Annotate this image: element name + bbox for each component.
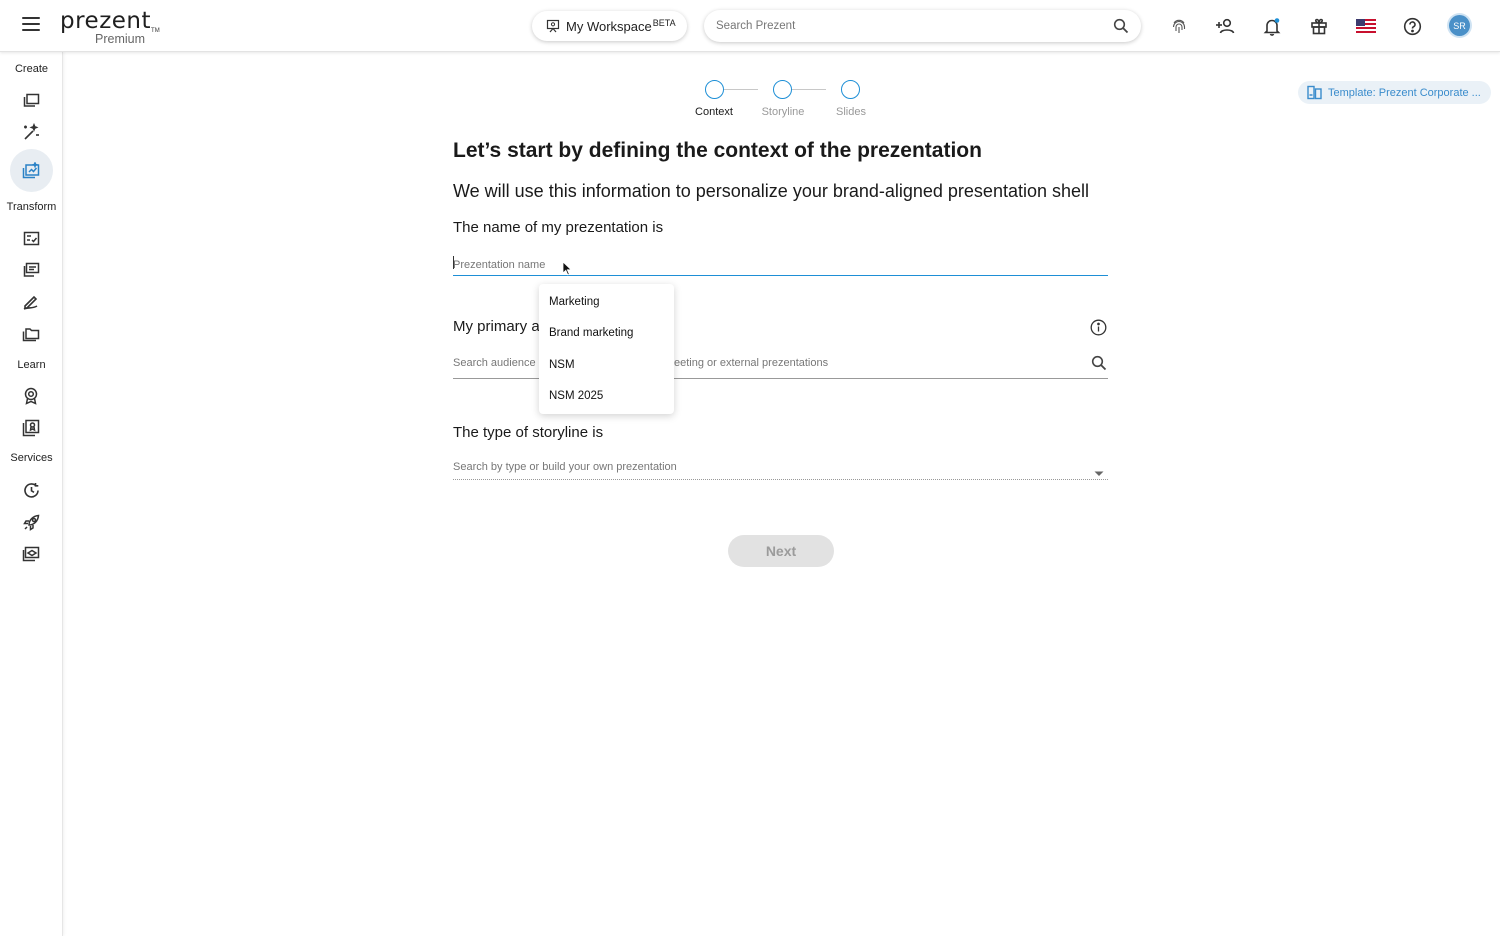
sidebar-section-transform: Transform <box>6 201 57 213</box>
template-converter-icon[interactable] <box>21 260 41 280</box>
add-user-icon[interactable] <box>1214 15 1236 37</box>
history-clock-icon[interactable] <box>21 480 41 500</box>
audience-info-icon[interactable] <box>1090 319 1107 341</box>
audience-search-icon[interactable] <box>1091 355 1107 376</box>
step-dot-context[interactable] <box>705 80 724 99</box>
user-avatar[interactable]: SR <box>1449 15 1470 36</box>
template-icon <box>1307 85 1322 100</box>
mouse-cursor-icon <box>562 261 572 276</box>
progress-stepper: Context Storyline Slides <box>690 80 880 125</box>
pen-icon[interactable] <box>21 292 41 312</box>
training-icon[interactable] <box>21 544 41 564</box>
top-header: prezentTM Premium My WorkspaceBETA SR <box>0 0 1500 52</box>
sidebar-section-learn: Learn <box>17 359 46 371</box>
menu-icon[interactable] <box>22 17 40 33</box>
sidebar-section-services: Services <box>10 452 53 464</box>
audience-placeholder-tail: eeting or external prezentations <box>674 357 829 369</box>
help-icon[interactable] <box>1401 15 1423 37</box>
magic-wand-icon[interactable] <box>21 122 41 142</box>
prezentation-name-input[interactable] <box>453 259 1053 271</box>
page-subtitle: We will use this information to personal… <box>453 181 1090 201</box>
search-input[interactable] <box>704 20 1094 32</box>
checklist-icon[interactable] <box>21 228 41 248</box>
plan-label: Premium <box>95 32 146 46</box>
workspace-icon <box>546 19 560 33</box>
fingerprint-icon[interactable] <box>1168 15 1190 37</box>
suggestion-item[interactable]: Brand marketing <box>539 318 674 349</box>
notifications-icon[interactable] <box>1261 15 1283 37</box>
storyline-question-label: The type of storyline is <box>453 424 604 441</box>
rocket-icon[interactable] <box>21 512 41 532</box>
page-title: Let’s start by defining the context of t… <box>453 139 982 162</box>
name-suggestions-dropdown: Marketing Brand marketing NSM NSM 2025 <box>539 284 674 414</box>
audience-placeholder: Search audience b <box>453 357 545 369</box>
suggestion-item[interactable]: Marketing <box>539 287 674 318</box>
folder-icon[interactable] <box>21 324 41 344</box>
suggestion-item[interactable]: NSM 2025 <box>539 381 674 412</box>
template-label: Template: Prezent Corporate ... <box>1328 86 1481 99</box>
step-label-storyline: Storyline <box>761 106 805 118</box>
prezent-logo[interactable]: prezentTM Premium <box>60 8 160 46</box>
logo-tm: TM <box>151 28 160 34</box>
us-flag-icon[interactable] <box>1355 15 1377 37</box>
name-question-label: The name of my prezentation is <box>453 219 664 236</box>
step-label-slides: Slides <box>836 106 866 118</box>
left-sidebar: Create Transform Learn Services <box>0 52 63 936</box>
search-icon[interactable] <box>1113 18 1129 39</box>
storyline-placeholder: Search by type or build your own prezent… <box>453 461 677 473</box>
logo-text: prezent <box>60 8 152 34</box>
beta-badge: BETA <box>652 18 676 28</box>
sidebar-section-create: Create <box>14 63 49 75</box>
next-button[interactable]: Next <box>728 535 834 567</box>
template-selector[interactable]: Template: Prezent Corporate ... <box>1298 81 1491 104</box>
text-cursor <box>453 256 454 269</box>
chevron-down-icon[interactable] <box>1094 464 1104 482</box>
gift-icon[interactable] <box>1308 15 1330 37</box>
workspace-label: My Workspace <box>566 18 652 34</box>
course-library-icon[interactable] <box>21 418 41 438</box>
slides-library-icon[interactable] <box>21 90 41 110</box>
suggestion-item[interactable]: NSM <box>539 350 674 381</box>
my-workspace-button[interactable]: My Workspace BETA <box>532 11 687 41</box>
step-dot-slides[interactable] <box>841 80 860 99</box>
prezentation-name-field <box>453 255 1108 276</box>
audience-question-label: My primary a <box>453 318 540 335</box>
global-search <box>704 10 1141 42</box>
award-icon[interactable] <box>21 386 41 406</box>
auto-generator-icon[interactable] <box>21 160 41 180</box>
storyline-select[interactable]: Search by type or build your own prezent… <box>453 459 1108 480</box>
step-dot-storyline[interactable] <box>773 80 792 99</box>
step-label-context: Context <box>695 106 733 118</box>
